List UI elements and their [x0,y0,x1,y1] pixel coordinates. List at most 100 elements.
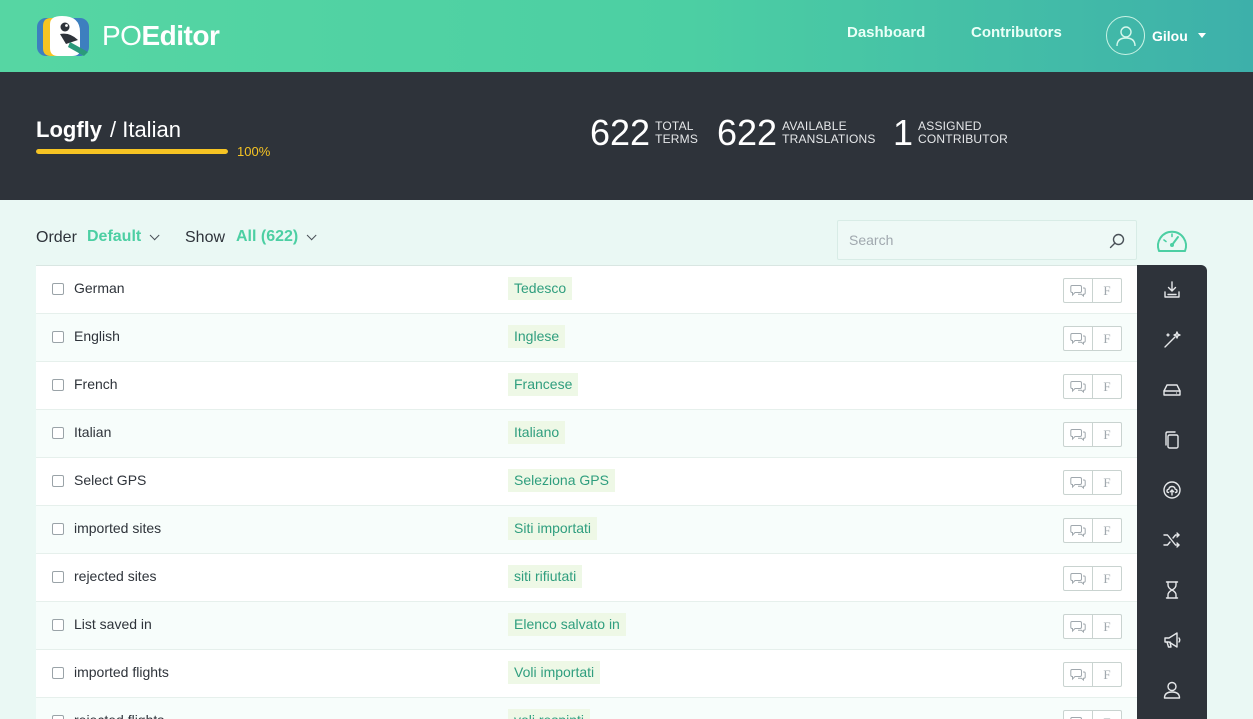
translation-text[interactable]: siti rifiutati [508,565,583,588]
upload-cloud-icon [1163,481,1181,499]
search-input[interactable] [838,221,1098,259]
row-checkbox[interactable] [52,619,64,631]
fuzzy-button[interactable]: F [1092,518,1122,543]
translation-text[interactable]: Elenco salvato in [508,613,626,636]
avatar [1106,16,1145,55]
row-checkbox[interactable] [52,571,64,583]
row-checkbox[interactable] [52,427,64,439]
translation-text[interactable]: Italiano [508,421,566,444]
translation-text[interactable]: Inglese [508,325,566,348]
order-dropdown[interactable]: Default [87,228,160,246]
stat-value: 622 [717,112,778,153]
translation-text[interactable]: voli respinti [508,709,591,719]
fuzzy-button[interactable]: F [1092,422,1122,447]
user-name: Gilou [1152,27,1188,44]
table-row: imported sites Siti importati F [36,506,1137,554]
sidebar-item-hourglass[interactable] [1137,565,1207,615]
comment-button[interactable] [1063,566,1093,591]
sidebar-item-copy[interactable] [1137,415,1207,465]
fuzzy-button[interactable]: F [1092,614,1122,639]
comment-icon [1070,332,1086,345]
sidebar-item-magic-wand[interactable] [1137,315,1207,365]
user-icon [1163,681,1181,699]
comment-icon [1070,428,1086,441]
row-checkbox[interactable] [52,715,64,719]
stat-label-line1: AVAILABLE [782,119,847,133]
translation-text[interactable]: Seleziona GPS [508,469,615,492]
user-avatar-icon [1115,25,1136,46]
term-text: German [74,280,125,296]
download-icon [1164,281,1180,298]
project-name[interactable]: Logfly [36,117,102,142]
progress-fill [36,149,228,154]
chevron-down-icon [306,229,317,240]
comment-button[interactable] [1063,326,1093,351]
sidebar-item-shuffle[interactable] [1137,515,1207,565]
translation-text[interactable]: Francese [508,373,579,396]
show-filter-dropdown[interactable]: All (622) [236,228,317,246]
shuffle-icon [1163,532,1180,548]
comment-button[interactable] [1063,278,1093,303]
fuzzy-button[interactable]: F [1092,470,1122,495]
table-row: List saved in Elenco salvato in F [36,602,1137,650]
translation-text[interactable]: Tedesco [508,277,573,300]
stat-label-line2: TRANSLATIONS [782,132,876,146]
search-icon[interactable] [1108,232,1126,250]
drive-icon [1163,384,1181,396]
fuzzy-button[interactable]: F [1092,278,1122,303]
user-menu[interactable]: Gilou [1106,16,1206,55]
comment-icon [1070,668,1086,681]
comment-button[interactable] [1063,422,1093,447]
term-text: List saved in [74,616,152,632]
comment-icon [1070,476,1086,489]
comment-button[interactable] [1063,518,1093,543]
comment-button[interactable] [1063,710,1093,719]
sidebar-item-download[interactable] [1137,265,1207,315]
sidebar-item-drive[interactable] [1137,365,1207,415]
nav-dashboard-link[interactable]: Dashboard [847,24,925,41]
comment-button[interactable] [1063,374,1093,399]
progress-percent: 100% [237,144,271,159]
fuzzy-button[interactable]: F [1092,326,1122,351]
row-checkbox[interactable] [52,667,64,679]
row-checkbox[interactable] [52,475,64,487]
term-text: rejected flights [74,712,164,719]
sidebar-item-upload-cloud[interactable] [1137,465,1207,515]
logo-text-prefix: PO [102,20,142,51]
order-label: Order [36,229,77,246]
row-checkbox[interactable] [52,283,64,295]
comment-button[interactable] [1063,614,1093,639]
magic-wand-icon [1164,331,1181,348]
stat-assigned-contributor: 1 ASSIGNED CONTRIBUTOR [893,115,1008,151]
fuzzy-button[interactable]: F [1092,566,1122,591]
comment-icon [1070,284,1086,297]
comment-button[interactable] [1063,470,1093,495]
translation-text[interactable]: Siti importati [508,517,598,540]
sidebar-item-megaphone[interactable] [1137,615,1207,665]
table-row: Italian Italiano F [36,410,1137,458]
row-checkbox[interactable] [52,331,64,343]
nav-contributors-link[interactable]: Contributors [971,24,1062,41]
comment-icon [1070,380,1086,393]
show-label: Show [185,229,226,246]
show-value: All (622) [236,228,299,245]
speedometer-icon[interactable] [1155,226,1189,256]
comment-button[interactable] [1063,662,1093,687]
top-navigation-bar: POEditor Dashboard Contributors Gilou [0,0,1253,72]
table-row: English Inglese F [36,314,1137,362]
stat-label-line1: ASSIGNED [918,119,982,133]
app-logo[interactable]: POEditor [36,14,220,58]
comment-icon [1070,620,1086,633]
table-row: imported flights Voli importati F [36,650,1137,698]
fuzzy-button[interactable]: F [1092,662,1122,687]
stat-label-line2: CONTRIBUTOR [918,132,1009,146]
copy-icon [1165,431,1179,449]
translation-text[interactable]: Voli importati [508,661,601,684]
table-row: Select GPS Seleziona GPS F [36,458,1137,506]
page-title: Logfly / Italian [36,117,181,143]
fuzzy-button[interactable]: F [1092,710,1122,719]
row-checkbox[interactable] [52,523,64,535]
fuzzy-button[interactable]: F [1092,374,1122,399]
row-checkbox[interactable] [52,379,64,391]
sidebar-item-user[interactable] [1137,665,1207,715]
